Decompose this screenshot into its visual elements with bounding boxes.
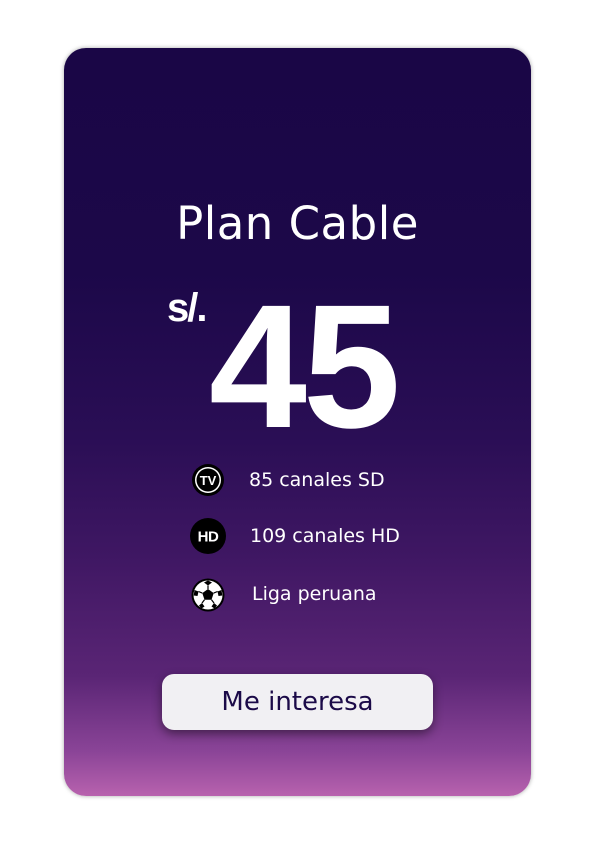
svg-text:HD: HD <box>198 529 219 546</box>
feature-label: 109 canales HD <box>250 525 400 547</box>
plan-price: 45 <box>209 269 401 465</box>
hd-icon: HD <box>190 518 226 554</box>
feature-label: Liga peruana <box>252 583 377 605</box>
plan-card: Plan Cable s/. 45 TV 85 canales SD HD 10… <box>64 48 531 796</box>
soccer-ball-icon <box>190 577 226 613</box>
currency-symbol: s/. <box>167 286 208 330</box>
svg-text:TV: TV <box>200 473 217 488</box>
me-interesa-button[interactable]: Me interesa <box>162 674 433 730</box>
tv-icon: TV <box>190 462 226 498</box>
feature-label: 85 canales SD <box>249 469 385 491</box>
plan-title: Plan Cable <box>176 197 419 250</box>
